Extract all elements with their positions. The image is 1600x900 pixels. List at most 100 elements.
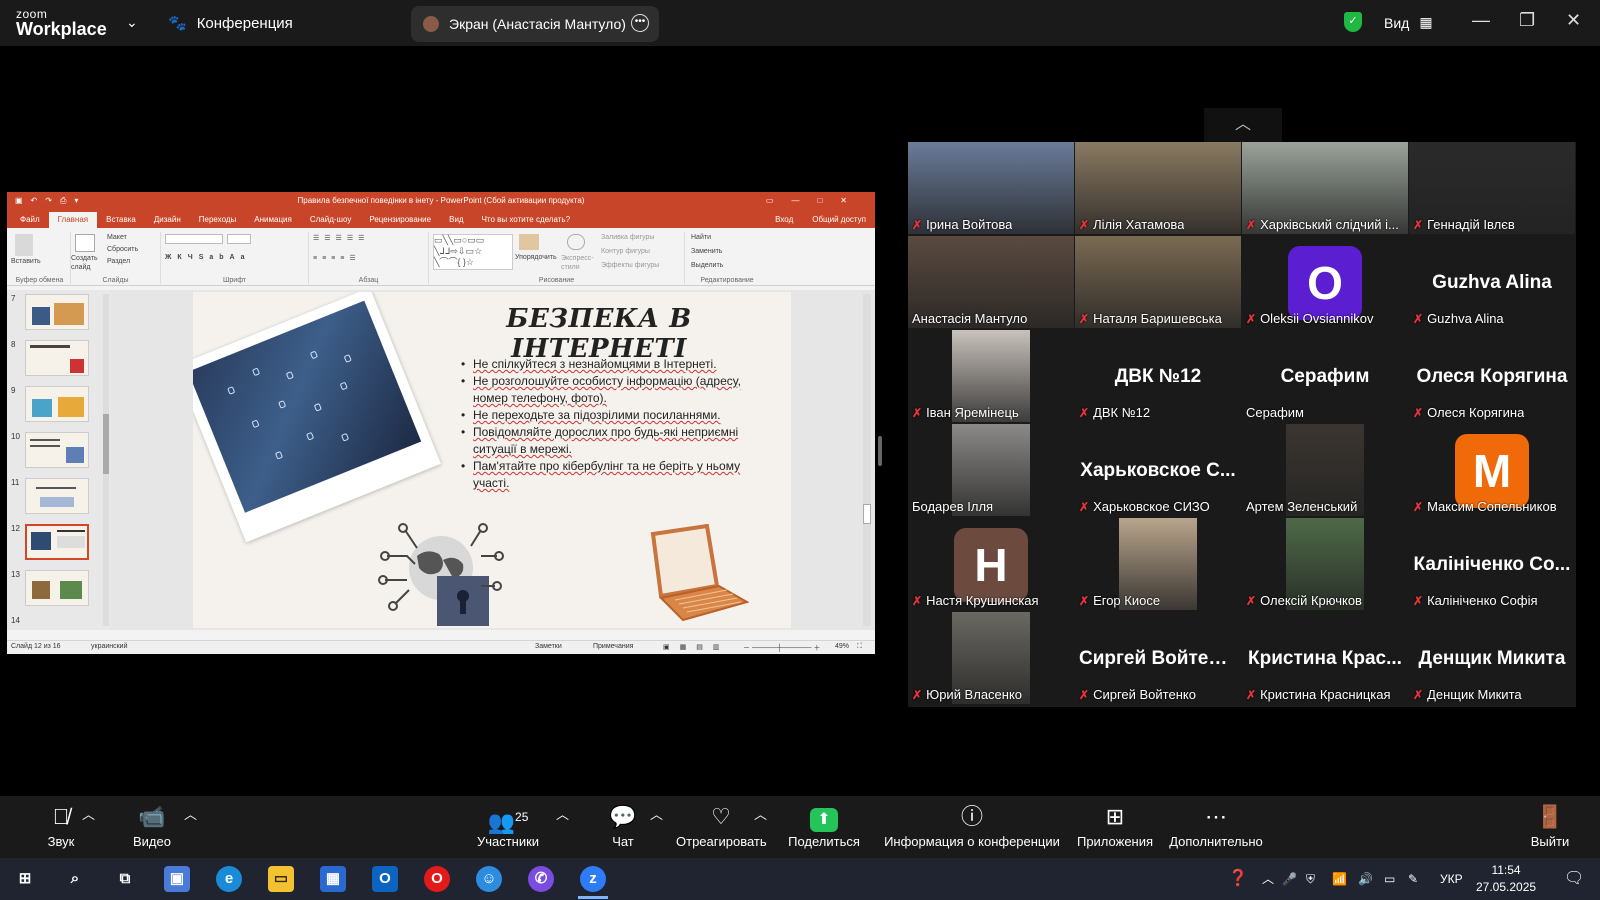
slide-thumbnail[interactable] — [25, 432, 89, 468]
react-options-caret-icon[interactable]: ︿ — [754, 804, 767, 823]
chevron-down-icon[interactable]: ⌄ — [126, 14, 138, 31]
ppt-tab[interactable]: Анимация — [245, 212, 301, 228]
thumbnail-row[interactable]: 13 — [11, 570, 101, 608]
leave-button[interactable]: 🚪 Выйти — [1530, 804, 1570, 849]
thumbnail-row[interactable]: 9 — [11, 386, 101, 424]
wifi-icon[interactable]: 📶 — [1332, 858, 1347, 900]
ppt-tab-right[interactable]: Вход — [766, 212, 803, 228]
meeting-title[interactable]: 🐾 Конференция — [168, 14, 293, 33]
find-button[interactable]: Найти — [691, 234, 711, 241]
participants-options-caret-icon[interactable]: ︿ — [556, 804, 569, 823]
participant-tile[interactable]: H ✗ Настя Крушинская — [908, 518, 1074, 610]
participant-tile[interactable]: ✗ Юрий Власенко — [908, 612, 1074, 704]
slide-thumbnail[interactable] — [25, 340, 89, 376]
align-buttons[interactable]: ≡≡≡≡☰ — [313, 254, 361, 262]
ppt-tab[interactable]: Главная — [48, 212, 98, 228]
chat-button[interactable]: 💬 Чат — [606, 804, 640, 849]
participant-tile[interactable]: ✗ Олексій Крючков — [1242, 518, 1408, 610]
ppt-tab[interactable]: Файл — [11, 212, 49, 228]
ppt-tab[interactable]: Рецензирование — [360, 212, 440, 228]
zoom-logo[interactable]: zoom Workplace — [16, 8, 107, 38]
meeting-info-button[interactable]: ⓘ Информация о конференции — [884, 804, 1060, 849]
edge-browser-icon[interactable]: e — [216, 866, 242, 892]
thumbnail-row[interactable]: 11 — [11, 478, 101, 516]
slide-thumbnail[interactable] — [25, 294, 89, 330]
fit-slide-icon[interactable]: ⛶ — [857, 643, 862, 651]
thumbnail-row[interactable]: 7 — [11, 294, 101, 332]
participant-tile[interactable]: Сиргей Войтенко ✗ Сиргей Войтенко — [1075, 612, 1241, 704]
participant-tile[interactable]: ДВК №12 ✗ ДВК №12 — [1075, 330, 1241, 422]
participant-tile[interactable]: ✗ Лілія Хатамова — [1075, 142, 1241, 234]
language-label[interactable]: украинский — [91, 643, 128, 650]
quick-access-icons[interactable]: ▣↶↷⎙▾ — [15, 192, 86, 210]
participant-tile[interactable]: Серафим Серафим — [1242, 330, 1408, 422]
participant-tile[interactable]: Олеся Корягина ✗ Олеся Корягина — [1409, 330, 1575, 422]
tray-mic-icon[interactable]: 🎤 — [1282, 858, 1297, 900]
encryption-shield-icon[interactable]: ✓ — [1344, 12, 1362, 32]
audio-button[interactable]: 🎙̸ Звук — [36, 804, 86, 849]
participant-tile[interactable]: Анастасія Мантуло — [908, 236, 1074, 328]
shapes-gallery[interactable]: ▭╲╲▭○▭▭ ╲ᒧᒧ⇨⇩▭☆ ╲⌒⌒{ }☆ — [433, 234, 513, 270]
participant-tile[interactable]: O ✗ Oleksii Ovsiannikov — [1242, 236, 1408, 328]
shape-effects-button[interactable]: Эффекты фигуры — [601, 262, 659, 269]
restore-icon[interactable]: ❐ — [1519, 10, 1535, 31]
section-button[interactable]: Раздел — [107, 258, 130, 265]
ppt-tab[interactable]: Вставка — [97, 212, 145, 228]
collapse-gallery-chevron-up-icon[interactable]: ︿ — [1204, 108, 1282, 142]
font-family-select[interactable] — [165, 234, 223, 244]
thumbnail-row[interactable]: 10 — [11, 432, 101, 470]
chat-app-icon[interactable]: ☺ — [476, 866, 502, 892]
screen-share-pill[interactable]: Экран (Анастасія Мантуло) ••• — [411, 6, 659, 42]
quick-styles-icon[interactable] — [567, 234, 585, 250]
battery-icon[interactable]: ▭ — [1384, 858, 1395, 900]
search-icon[interactable]: ⌕ — [62, 866, 88, 892]
zoom-level[interactable]: 49% — [835, 643, 849, 650]
participant-tile[interactable]: ✗ Іван Яремінець — [908, 330, 1074, 422]
layout-button[interactable]: Макет — [107, 234, 127, 241]
outlook-icon[interactable]: O — [372, 866, 398, 892]
participant-tile[interactable]: M ✗ Максим Сопельников — [1409, 424, 1575, 516]
react-button[interactable]: ♡ Отреагировать — [676, 804, 767, 849]
ppt-tab[interactable]: Слайд-шоу — [301, 212, 360, 228]
store-icon[interactable]: ▦ — [320, 866, 346, 892]
participant-tile[interactable]: Бодарев Ілля — [908, 424, 1074, 516]
thumbnails-scrollbar[interactable] — [103, 294, 109, 626]
notifications-icon[interactable]: 🗨 — [1564, 858, 1584, 900]
tray-chevron-up-icon[interactable]: ︿ — [1262, 858, 1274, 900]
quick-styles-label[interactable]: Экспресс-стили — [561, 254, 597, 272]
video-options-caret-icon[interactable]: ︿ — [184, 804, 197, 823]
volume-icon[interactable]: 🔊 — [1358, 858, 1373, 900]
file-explorer-icon[interactable]: ▭ — [268, 866, 294, 892]
zoom-app-icon[interactable]: z — [580, 866, 606, 892]
more-button[interactable]: ⋯ Дополнительно — [1168, 804, 1264, 849]
shape-fill-button[interactable]: Заливка фигуры — [601, 234, 654, 241]
ppt-tab[interactable]: Переходы — [190, 212, 246, 228]
select-button[interactable]: Выделить — [691, 262, 723, 269]
more-options-icon[interactable]: ••• — [631, 14, 649, 32]
participants-button[interactable]: 👥25 Участники — [474, 804, 542, 849]
notes-button[interactable]: Заметки — [535, 643, 562, 650]
editor-scrollbar[interactable] — [863, 294, 871, 626]
thumbnail-row[interactable]: 12 — [11, 524, 101, 562]
replace-button[interactable]: Заменить — [691, 248, 722, 255]
participant-tile[interactable]: ✗ Ірина Войтова — [908, 142, 1074, 234]
paste-label[interactable]: Вставить — [11, 258, 41, 265]
new-slide-label[interactable]: Создать слайд — [71, 254, 105, 272]
view-button[interactable]: Вид ▦ — [1384, 14, 1433, 31]
pen-icon[interactable]: ✎ — [1408, 858, 1418, 900]
participant-tile[interactable]: Кристина Крас... ✗ Кристина Красницкая — [1242, 612, 1408, 704]
slide-thumbnail-selected[interactable] — [25, 524, 89, 560]
paste-icon[interactable] — [15, 234, 33, 256]
slide-thumbnail[interactable] — [25, 386, 89, 422]
font-size-select[interactable] — [227, 234, 251, 244]
thumbnail-row[interactable]: 8 — [11, 340, 101, 378]
participant-tile[interactable]: Денщик Микита ✗ Денщик Микита — [1409, 612, 1575, 704]
participant-tile[interactable]: Харьковское С... ✗ Харьковское СИЗО — [1075, 424, 1241, 516]
new-slide-icon[interactable] — [75, 234, 95, 252]
participant-tile[interactable]: ✗ Геннадій Івлєв — [1409, 142, 1575, 234]
participant-tile[interactable]: ✗ Егор Киосе — [1075, 518, 1241, 610]
opera-icon[interactable]: O — [424, 866, 450, 892]
reset-button[interactable]: Сбросить — [107, 246, 138, 253]
comments-button[interactable]: Примечания — [593, 643, 633, 650]
participant-tile[interactable]: Guzhva Alina ✗ Guzhva Alina — [1409, 236, 1575, 328]
